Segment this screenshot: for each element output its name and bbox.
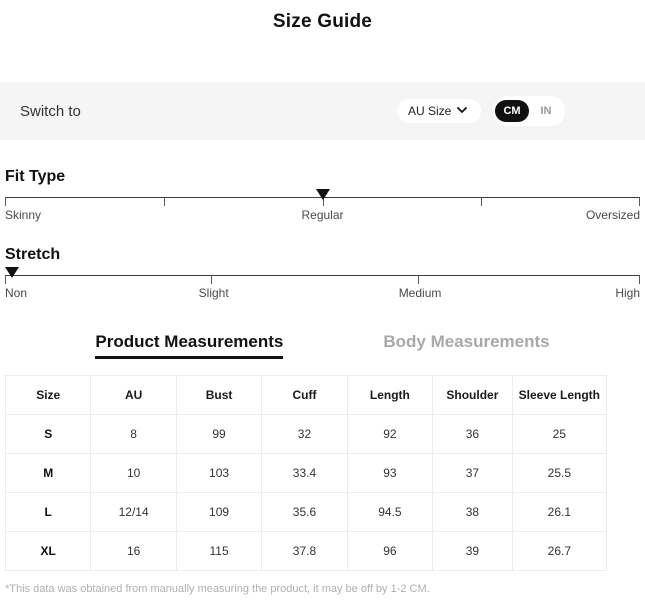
stretch-marker: [5, 267, 19, 278]
cell-au: 16: [91, 532, 176, 571]
stretch-tick-1: [211, 275, 212, 284]
cell-size: M: [6, 454, 91, 493]
fit-type-marker: [316, 189, 330, 200]
size-system-value: AU Size: [408, 104, 451, 118]
cell-size: L: [6, 493, 91, 532]
stretch-tick-3: [639, 275, 640, 284]
cell-au: 10: [91, 454, 176, 493]
cell-shoulder: 38: [433, 493, 513, 532]
measurement-tabs: Product Measurements Body Measurements: [0, 332, 645, 365]
tab-body-measurements[interactable]: Body Measurements: [383, 332, 549, 359]
fit-type-heading: Fit Type: [0, 168, 645, 186]
fit-type-tick-4: [639, 197, 640, 206]
measurements-table: Size AU Bust Cuff Length Shoulder Sleeve…: [5, 375, 607, 571]
cell-length: 96: [347, 532, 432, 571]
unit-option-cm[interactable]: CM: [495, 100, 529, 122]
stretch-label-slight: Slight: [199, 286, 229, 300]
stretch-tick-2: [418, 275, 419, 284]
fit-type-tick-3: [481, 197, 482, 206]
column-header-sleeve-length: Sleeve Length: [512, 376, 606, 415]
cell-bust: 99: [176, 415, 261, 454]
tab-product-measurements[interactable]: Product Measurements: [95, 332, 283, 359]
fit-type-tick-0: [5, 197, 6, 206]
cell-cuff: 37.8: [262, 532, 347, 571]
fit-type-scale[interactable]: Skinny Regular Oversized: [5, 186, 640, 226]
cell-au: 12/14: [91, 493, 176, 532]
column-header-au: AU: [91, 376, 176, 415]
cell-sleeve-length: 25.5: [512, 454, 606, 493]
cell-cuff: 33.4: [262, 454, 347, 493]
stretch-scale[interactable]: Non Slight Medium High: [5, 264, 640, 304]
fit-type-scale-labels: Skinny Regular Oversized: [5, 208, 640, 224]
column-header-bust: Bust: [176, 376, 261, 415]
stretch-scale-line: [5, 275, 640, 276]
cell-cuff: 32: [262, 415, 347, 454]
switch-to-controls: AU Size CM IN: [397, 96, 565, 126]
fit-type-label-regular: Regular: [301, 208, 343, 222]
fit-type-label-oversized: Oversized: [586, 208, 640, 222]
stretch-heading: Stretch: [0, 246, 645, 264]
cell-au: 8: [91, 415, 176, 454]
cell-sleeve-length: 25: [512, 415, 606, 454]
fit-type-section: Fit Type Skinny Regular Oversized: [0, 168, 645, 226]
stretch-label-medium: Medium: [399, 286, 442, 300]
column-header-shoulder: Shoulder: [433, 376, 513, 415]
table-row: L 12/14 109 35.6 94.5 38 26.1: [6, 493, 607, 532]
cell-sleeve-length: 26.1: [512, 493, 606, 532]
stretch-section: Stretch Non Slight Medium High: [0, 246, 645, 304]
cell-sleeve-length: 26.7: [512, 532, 606, 571]
cell-shoulder: 37: [433, 454, 513, 493]
cell-bust: 115: [176, 532, 261, 571]
cell-bust: 103: [176, 454, 261, 493]
unit-option-in[interactable]: IN: [529, 100, 563, 122]
size-system-dropdown[interactable]: AU Size: [397, 99, 481, 123]
cell-length: 93: [347, 454, 432, 493]
stretch-scale-labels: Non Slight Medium High: [5, 286, 640, 302]
cell-shoulder: 39: [433, 532, 513, 571]
page-title: Size Guide: [0, 0, 645, 33]
cell-cuff: 35.6: [262, 493, 347, 532]
measurements-table-wrap: Size AU Bust Cuff Length Shoulder Sleeve…: [5, 375, 607, 571]
stretch-label-high: High: [615, 286, 640, 300]
switch-to-bar: Switch to AU Size CM IN: [0, 82, 645, 140]
cell-size: S: [6, 415, 91, 454]
cell-bust: 109: [176, 493, 261, 532]
column-header-cuff: Cuff: [262, 376, 347, 415]
fit-type-tick-1: [164, 197, 165, 206]
column-header-size: Size: [6, 376, 91, 415]
unit-toggle[interactable]: CM IN: [493, 96, 565, 126]
cell-shoulder: 36: [433, 415, 513, 454]
table-header-row: Size AU Bust Cuff Length Shoulder Sleeve…: [6, 376, 607, 415]
fit-type-label-skinny: Skinny: [5, 208, 41, 222]
table-row: M 10 103 33.4 93 37 25.5: [6, 454, 607, 493]
cell-length: 94.5: [347, 493, 432, 532]
table-row: S 8 99 32 92 36 25: [6, 415, 607, 454]
switch-to-label: Switch to: [20, 103, 81, 120]
cell-size: XL: [6, 532, 91, 571]
stretch-label-non: Non: [5, 286, 27, 300]
measurement-disclaimer: *This data was obtained from manually me…: [0, 571, 645, 595]
chevron-down-icon: [457, 105, 466, 114]
cell-length: 92: [347, 415, 432, 454]
column-header-length: Length: [347, 376, 432, 415]
table-row: XL 16 115 37.8 96 39 26.7: [6, 532, 607, 571]
